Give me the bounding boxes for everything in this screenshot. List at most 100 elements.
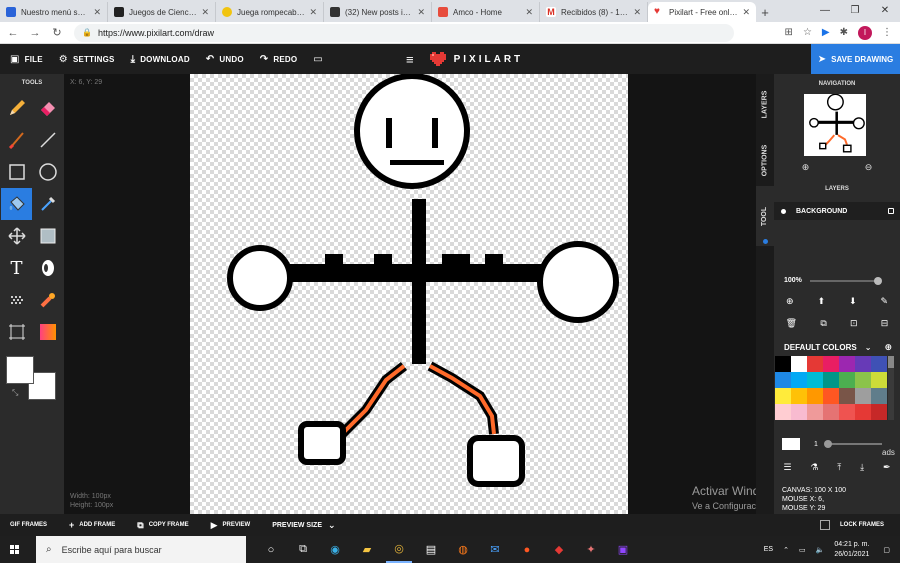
close-icon[interactable]: ✕ xyxy=(93,7,101,18)
add-color-icon[interactable]: ⊕ xyxy=(884,342,892,353)
roblox-icon[interactable]: ◆ xyxy=(546,536,572,563)
color-swatch[interactable] xyxy=(807,388,823,404)
star-icon[interactable]: ☆ xyxy=(803,27,812,38)
color-swatch[interactable] xyxy=(775,356,791,372)
twitch-icon[interactable]: ▣ xyxy=(610,536,636,563)
circle-icon[interactable] xyxy=(32,156,63,188)
tab-tool[interactable]: TOOL xyxy=(756,186,774,246)
undo-button[interactable]: ↶ UNDO xyxy=(206,54,244,65)
close-icon[interactable]: ✕ xyxy=(525,7,533,18)
text-icon[interactable]: T xyxy=(1,252,32,284)
color-swatch[interactable] xyxy=(839,372,855,388)
default-colors-header[interactable]: DEFAULT COLORS ⌄ ⊕ xyxy=(774,340,900,354)
save-drawing-button[interactable]: ➤ SAVE DRAWING xyxy=(811,44,900,74)
download-button[interactable]: ⤓ DOWNLOAD xyxy=(131,54,190,65)
cortana-icon[interactable]: ○ xyxy=(258,536,284,563)
color-swatch[interactable] xyxy=(871,372,887,388)
move-layer-up-icon[interactable]: ⬆ xyxy=(817,296,825,307)
shade-icon[interactable] xyxy=(32,220,63,252)
move-layer-down-icon[interactable]: ⬇ xyxy=(849,296,857,307)
line-icon[interactable] xyxy=(32,124,63,156)
gradient-icon[interactable] xyxy=(32,316,63,348)
task-view-icon[interactable]: ⧉ xyxy=(290,536,316,563)
hamburger-menu-icon[interactable]: ≡ xyxy=(406,52,414,67)
volume-icon[interactable]: 🔈 xyxy=(816,546,825,554)
chrome-icon[interactable]: ◎ xyxy=(386,536,412,563)
eraser-icon[interactable] xyxy=(32,92,63,124)
rectangle-icon[interactable] xyxy=(1,156,32,188)
app-icon[interactable]: ● xyxy=(514,536,540,563)
language-indicator[interactable]: ES xyxy=(764,546,773,553)
opacity-slider[interactable] xyxy=(809,276,882,285)
terminal-icon[interactable]: ▤ xyxy=(418,536,444,563)
dither-icon[interactable] xyxy=(32,252,63,284)
notifications-icon[interactable]: ▢ xyxy=(883,546,890,554)
add-layer-icon[interactable]: ⊕ xyxy=(786,296,794,307)
color-swatch[interactable] xyxy=(775,372,791,388)
duplicate-layer-icon[interactable]: ⧉ xyxy=(820,318,826,329)
extension-icon[interactable]: ▶ xyxy=(822,27,830,38)
download-image-icon[interactable]: ⤓ xyxy=(860,462,864,473)
clock[interactable]: 04:21 p. m. 26/01/2021 xyxy=(834,540,869,560)
color-swatch[interactable] xyxy=(855,372,871,388)
close-window-icon[interactable]: ✕ xyxy=(870,0,900,20)
brush-size-slider[interactable] xyxy=(823,440,882,448)
avatar[interactable]: I xyxy=(858,25,872,40)
color-swatch[interactable] xyxy=(839,388,855,404)
color-picker-icon[interactable]: ✒ xyxy=(883,462,891,473)
reload-icon[interactable]: ↻ xyxy=(48,24,66,42)
url-input[interactable]: 🔒 https://www.pixilart.com/draw xyxy=(74,23,734,42)
forward-icon[interactable]: → xyxy=(26,24,44,42)
color-swatch[interactable] xyxy=(791,388,807,404)
browser-tab[interactable]: M Recibidos (8) - 1935 ✕ xyxy=(540,2,648,22)
lock-frames-checkbox[interactable] xyxy=(820,520,830,530)
tab-layers[interactable]: LAYERS xyxy=(756,74,774,134)
mail-icon[interactable]: ✉ xyxy=(482,536,508,563)
windows-start-icon[interactable] xyxy=(10,544,20,555)
game-app-icon[interactable]: ✦ xyxy=(578,536,604,563)
edge-icon[interactable]: ◉ xyxy=(322,536,348,563)
color-swatch[interactable] xyxy=(855,388,871,404)
preview-button[interactable]: ▶ PREVIEW xyxy=(211,520,251,531)
color-swatch[interactable] xyxy=(791,372,807,388)
color-swatch[interactable] xyxy=(871,404,887,420)
palette-scrollbar[interactable] xyxy=(888,356,894,420)
brush-icon[interactable] xyxy=(1,124,32,156)
color-swatch[interactable] xyxy=(807,404,823,420)
color-swatch[interactable] xyxy=(775,388,791,404)
layer-visibility-icon[interactable] xyxy=(888,208,894,214)
preview-size-dropdown[interactable]: PREVIEW SIZE ⌄ xyxy=(272,520,335,531)
color-swatch[interactable] xyxy=(823,404,839,420)
delete-layer-icon[interactable]: 🗑 xyxy=(786,318,797,329)
color-swatch[interactable] xyxy=(871,356,887,372)
color-swatch[interactable] xyxy=(823,388,839,404)
navigation-preview[interactable] xyxy=(804,93,866,156)
drawing-canvas[interactable] xyxy=(190,74,628,514)
pencil-icon[interactable] xyxy=(1,92,32,124)
puzzle-icon[interactable]: ✱ xyxy=(840,27,848,38)
new-tab-button[interactable]: + xyxy=(756,2,774,22)
file-button[interactable]: ▣ FILE xyxy=(10,54,43,65)
color-swatch[interactable] xyxy=(807,356,823,372)
back-icon[interactable]: ← xyxy=(4,24,22,42)
close-icon[interactable]: ✕ xyxy=(742,7,750,18)
browser-tab-active[interactable]: ♥ Pixilart - Free online ✕ xyxy=(648,2,756,22)
settings-button[interactable]: ⚙ SETTINGS xyxy=(59,54,115,65)
eyedropper-icon[interactable] xyxy=(32,188,63,220)
zoom-out-icon[interactable]: ⊖ xyxy=(865,162,873,173)
browser-tab[interactable]: (32) New posts in cu ✕ xyxy=(324,2,432,22)
browser-tab[interactable]: Juega rompecabeza ✕ xyxy=(216,2,324,22)
upload-icon[interactable]: ⤒ xyxy=(837,462,841,473)
close-icon[interactable]: ✕ xyxy=(201,7,209,18)
add-frame-button[interactable]: + ADD FRAME xyxy=(69,520,115,530)
select-icon[interactable] xyxy=(1,316,32,348)
file-explorer-icon[interactable]: ▰ xyxy=(354,536,380,563)
primary-color-swatch[interactable] xyxy=(6,356,34,384)
close-icon[interactable]: ✕ xyxy=(417,7,425,18)
network-icon[interactable]: ▭ xyxy=(799,546,806,554)
color-swatch[interactable] xyxy=(839,404,855,420)
taskbar-search-input[interactable]: ⌕ Escribe aquí para buscar xyxy=(36,536,246,563)
restore-icon[interactable]: ❐ xyxy=(840,0,870,20)
lock-frames-toggle[interactable]: LOCK FRAMES xyxy=(820,514,884,536)
list-icon[interactable]: ☰ xyxy=(783,462,791,473)
